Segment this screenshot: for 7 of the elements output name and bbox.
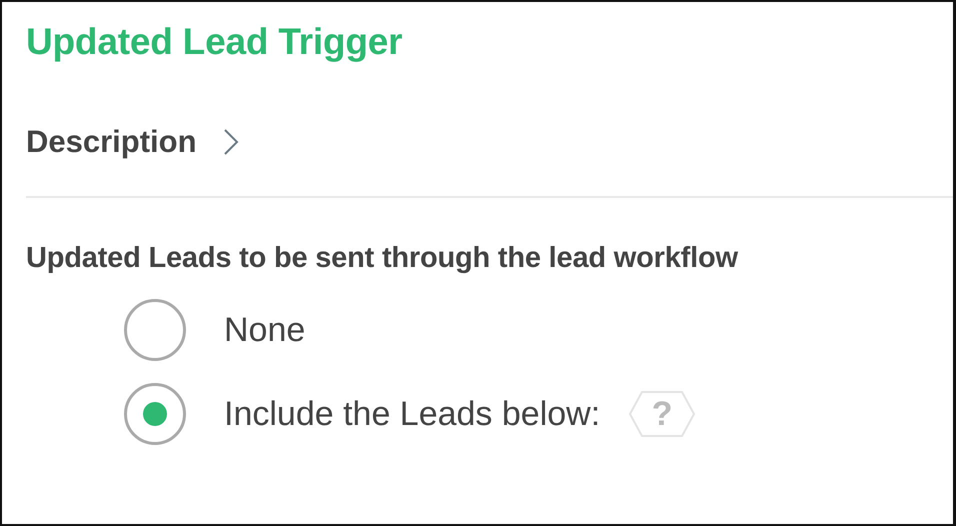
help-button[interactable]: ? bbox=[628, 390, 696, 438]
description-label: Description bbox=[26, 124, 197, 160]
option-label: None bbox=[224, 310, 306, 350]
chevron-icon[interactable] bbox=[222, 128, 239, 156]
option-label: Include the Leads below: bbox=[224, 394, 600, 434]
page-title: Updated Lead Trigger bbox=[26, 20, 404, 64]
section-heading: Updated Leads to be sent through the lead workflow bbox=[26, 242, 739, 275]
